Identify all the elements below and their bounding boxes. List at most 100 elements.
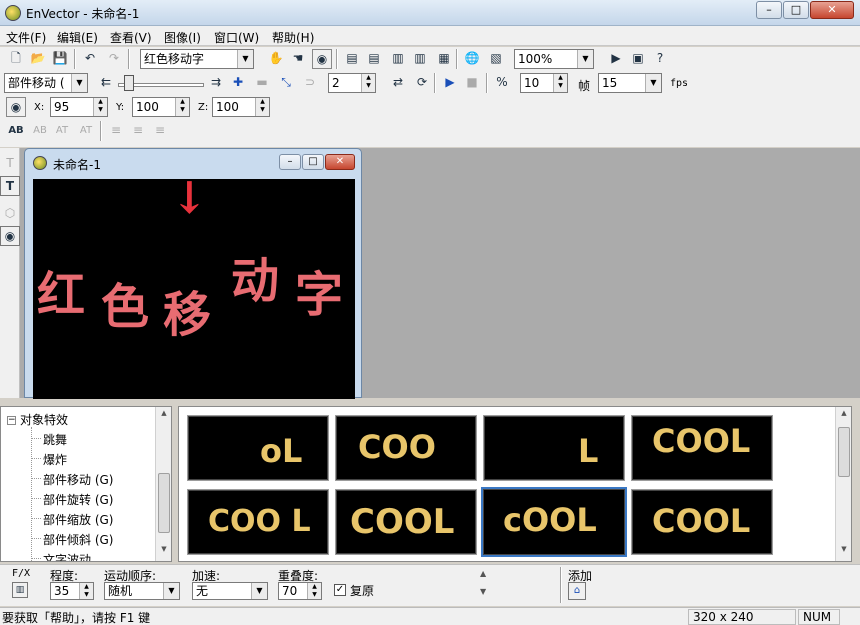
return-icon[interactable]: ⊃ [300,73,320,93]
x-spinner[interactable]: 95 ▲ ▼ [50,97,108,117]
tree-item-part-move[interactable]: 部件移动 (G) [43,471,113,488]
slide-left-icon[interactable]: ⇇ [96,73,116,93]
menu-window[interactable]: 窗口(W) [214,29,259,46]
text-style-icon[interactable]: AB [6,121,26,141]
text-tool-icon[interactable]: T [0,154,20,174]
gallery-scrollbar[interactable]: ▲ ▼ [835,407,851,561]
new-file-icon[interactable]: 🗋 [6,49,26,69]
stop-icon[interactable]: ■ [462,73,482,93]
play-icon[interactable]: ▶ [440,73,460,93]
effect-preview-tile[interactable]: COOL [631,489,773,555]
swap-icon[interactable]: ⇄ [388,73,408,93]
help-pointer-icon[interactable]: ? [650,49,670,69]
add-point-icon[interactable]: ✚ [228,73,248,93]
effect-preview-tile[interactable]: oL [187,415,329,481]
tree-root[interactable]: − 对象特效 [7,411,68,428]
image-settings-icon[interactable]: ▣ [628,49,648,69]
fps-select[interactable]: 15 ▼ [598,73,662,93]
spinner-arrows-icon[interactable]: ▲ ▼ [361,74,375,92]
spinner-arrows-icon[interactable]: ▲ ▼ [553,74,567,92]
doc-minimize-button[interactable]: – [279,154,301,170]
spinner-arrows-icon[interactable]: ▲ ▼ [79,583,93,599]
tree-item-explode[interactable]: 爆炸 [43,451,67,468]
tree-scrollbar-thumb[interactable] [158,473,170,533]
menu-view[interactable]: 查看(V) [110,29,152,46]
layer-icon[interactable]: ▦ [434,49,454,69]
overlap-spinner[interactable]: 70 ▲ ▼ [278,582,322,600]
layer-front-icon[interactable]: ▤ [342,49,362,69]
spinner-arrows-icon[interactable]: ▲ ▼ [175,98,189,116]
menu-edit[interactable]: 编辑(E) [57,29,98,46]
layer-backward-icon[interactable]: ▥ [388,49,408,69]
percent-icon[interactable]: % [492,73,512,93]
doc-close-button[interactable]: ✕ [325,154,355,170]
layer-back-icon[interactable]: ▥ [410,49,430,69]
text-height-icon[interactable]: AT [52,121,72,141]
target-icon[interactable]: ◉ [6,97,26,117]
z-spinner[interactable]: 100 ▲ ▼ [212,97,270,117]
order-select[interactable]: 随机 ▼ [104,582,180,600]
tree-item-part-skew[interactable]: 部件倾斜 (G) [43,531,113,548]
effect-preview-tile-selected[interactable]: cOOL [481,487,627,557]
film-icon[interactable]: ▶ [606,49,626,69]
effect-preview-tile[interactable]: COO [335,415,477,481]
align-center-icon[interactable]: ≡ [128,121,148,141]
menu-image[interactable]: 图像(I) [164,29,201,46]
add-effect-icon[interactable]: ⌂ [568,582,586,600]
tree-scrollbar[interactable]: ▲ ▼ [155,407,171,561]
scroll-up-icon[interactable]: ▲ [838,409,850,423]
doc-maximize-button[interactable]: □ [302,154,324,170]
slide-right-icon[interactable]: ⇉ [206,73,226,93]
effect-slider-thumb[interactable] [124,75,134,91]
animation-canvas[interactable]: ↓ 红 色 移 动 字 [33,179,355,399]
fx-icon[interactable]: ▥ [12,582,28,598]
steps-spinner[interactable]: 2 ▲ ▼ [328,73,376,93]
align-right-icon[interactable]: ≡ [150,121,170,141]
spinner-arrows-icon[interactable]: ▲ ▼ [93,98,107,116]
hand-icon[interactable]: ✋ [266,49,286,69]
menu-help[interactable]: 帮助(H) [272,29,314,46]
collapse-icon[interactable]: − [7,416,16,425]
effect-preview-tile[interactable]: COOL [631,415,773,481]
text-select[interactable]: 红色移动字 ▼ [140,49,254,69]
degree-spinner[interactable]: 35 ▲ ▼ [50,582,94,600]
panel-scroll-arrows-icon[interactable]: ▲ ▼ [480,569,486,596]
menu-file[interactable]: 文件(F) [6,29,46,46]
effect-preview-tile[interactable]: L [483,415,625,481]
tree-item-text-wave[interactable]: 文字波动 [43,551,91,561]
target-icon[interactable]: ◉ [312,49,332,69]
shape-tool-icon[interactable]: ⬡ [0,204,20,224]
tree-item-part-scale[interactable]: 部件缩放 (G) [43,511,113,528]
y-spinner[interactable]: 100 ▲ ▼ [132,97,190,117]
remove-point-icon[interactable]: ▬ [252,73,272,93]
frames-spinner[interactable]: 10 ▲ ▼ [520,73,568,93]
text-outline-icon[interactable]: AB [30,121,50,141]
rotate-icon[interactable]: ⟳ [412,73,432,93]
restore-checkbox[interactable]: ✓ [334,584,346,596]
text-spacing-icon[interactable]: AT [76,121,96,141]
open-folder-icon[interactable]: 📂 [28,49,48,69]
globe-icon[interactable]: 🌐 [462,49,482,69]
tree-item-part-rotate[interactable]: 部件旋转 (G) [43,491,113,508]
minimize-button[interactable]: – [756,1,782,19]
expand-icon[interactable]: ⤡ [276,73,296,93]
save-icon[interactable]: 💾 [50,49,70,69]
align-left-icon[interactable]: ≡ [106,121,126,141]
zoom-select[interactable]: 100% ▼ [514,49,594,69]
effect-preview-tile[interactable]: COO L [187,489,329,555]
target-tool-icon[interactable]: ◉ [0,226,20,246]
effect-preview-tile[interactable]: COOL [335,489,477,555]
tree-item-dance[interactable]: 跳舞 [43,431,67,448]
maximize-button[interactable]: □ [783,1,809,19]
layer-forward-icon[interactable]: ▤ [364,49,384,69]
gallery-scrollbar-thumb[interactable] [838,427,850,477]
scroll-down-icon[interactable]: ▼ [838,545,850,559]
redo-icon[interactable]: ↷ [104,49,124,69]
scroll-up-icon[interactable]: ▲ [158,409,170,423]
spinner-arrows-icon[interactable]: ▲ ▼ [307,583,321,599]
hand-select-icon[interactable]: ☚ [288,49,308,69]
effect-select[interactable]: 部件移动 ( ▼ [4,73,88,93]
undo-icon[interactable]: ↶ [80,49,100,69]
text-select-tool-icon[interactable]: T [0,176,20,196]
chart-icon[interactable]: ▧ [486,49,506,69]
